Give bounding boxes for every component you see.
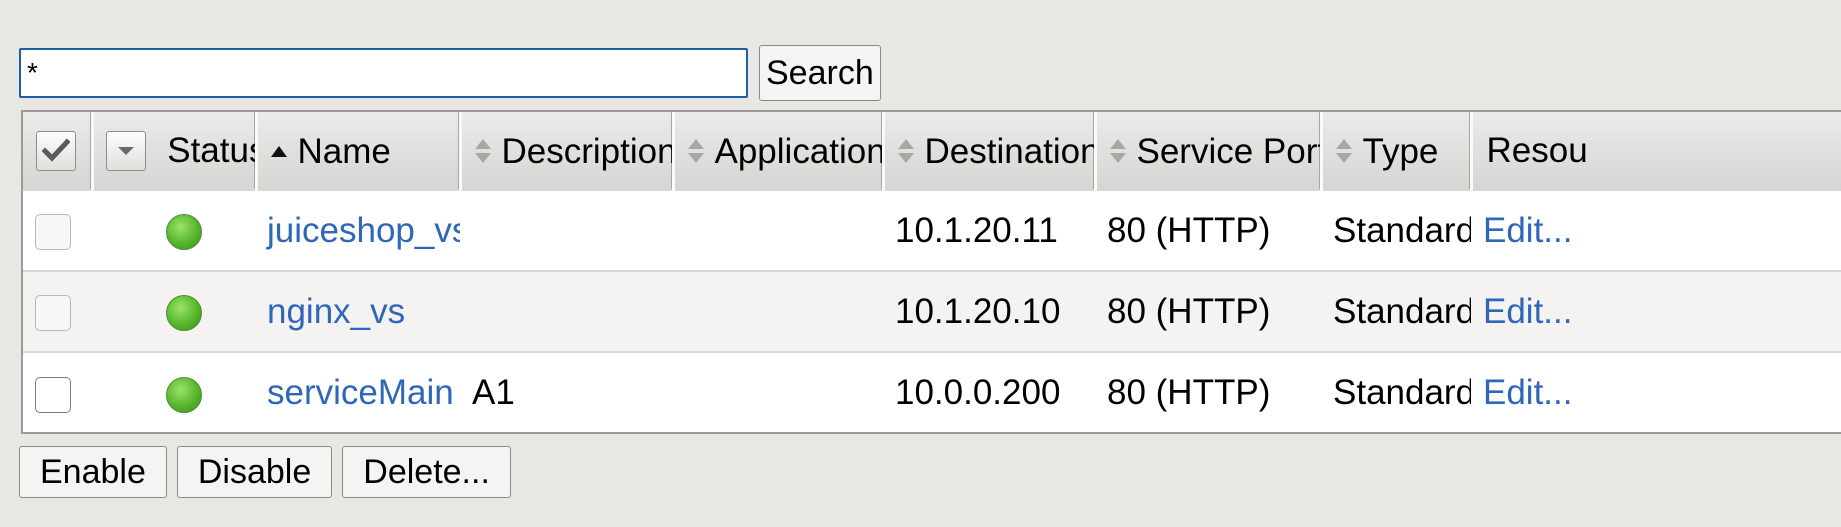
resources-column-label: Resou	[1486, 130, 1588, 170]
select-all-checkbox[interactable]	[36, 131, 76, 172]
table-row: nginx_vs 10.1.20.10 80 (HTTP) Standard E…	[23, 271, 1841, 352]
disable-button[interactable]: Disable	[176, 446, 333, 498]
name-cell: serviceMain	[256, 352, 460, 432]
service-port-cell: 80 (HTTP)	[1107, 373, 1271, 412]
table-row: juiceshop_vs 10.1.20.11 80 (HTTP) Standa…	[23, 190, 1841, 271]
application-cell	[673, 352, 883, 432]
row-checkbox	[35, 214, 71, 251]
search-button[interactable]: Search	[759, 45, 881, 101]
type-column-label: Type	[1362, 131, 1439, 171]
chevron-down-icon	[117, 147, 134, 156]
table-header-row: Status Name Description Application Dest…	[23, 112, 1841, 190]
virtual-server-table: Status Name Description Application Dest…	[21, 110, 1841, 434]
enable-button[interactable]: Enable	[19, 446, 167, 498]
name-column-label: Name	[297, 131, 391, 171]
sort-both-icon	[687, 139, 704, 164]
sort-both-icon	[1109, 139, 1126, 164]
application-column-header[interactable]: Application	[673, 112, 885, 190]
search-input[interactable]	[19, 48, 748, 98]
sort-both-icon	[474, 139, 491, 164]
description-cell	[460, 190, 673, 271]
row-select-cell	[23, 190, 92, 271]
application-column-label: Application	[714, 131, 883, 171]
row-select-cell	[23, 352, 92, 432]
resources-edit-link[interactable]: Edit...	[1483, 211, 1572, 250]
service-port-column-label: Service Port	[1136, 131, 1321, 171]
resources-edit-link[interactable]: Edit...	[1483, 373, 1572, 412]
description-column-label: Description	[501, 131, 673, 171]
service-port-column-header[interactable]: Service Port	[1095, 112, 1323, 190]
service-port-cell: 80 (HTTP)	[1107, 291, 1271, 331]
status-available-icon	[166, 376, 202, 413]
status-menu-button[interactable]	[105, 131, 146, 172]
name-cell: juiceshop_vs	[256, 190, 460, 271]
row-checkbox	[35, 295, 71, 332]
row-checkbox[interactable]	[35, 376, 71, 413]
status-available-icon	[166, 214, 202, 251]
resources-column-header: Resou	[1471, 112, 1841, 190]
destination-column-header[interactable]: Destination	[883, 112, 1097, 190]
description-cell	[460, 271, 673, 352]
resources-cell: Edit...	[1471, 190, 1841, 271]
description-cell: A1	[472, 373, 515, 412]
type-cell: Standard	[1333, 291, 1471, 331]
status-cell	[92, 352, 256, 432]
sort-ascending-icon	[270, 146, 287, 158]
resources-edit-link[interactable]: Edit...	[1483, 292, 1572, 331]
destination-column-label: Destination	[924, 131, 1095, 171]
status-column-header[interactable]: Status	[92, 112, 258, 190]
application-cell	[673, 190, 883, 271]
table-row: serviceMain A1 10.0.0.200 80 (HTTP) Stan…	[23, 352, 1841, 432]
virtual-server-link[interactable]: nginx_vs	[267, 292, 405, 331]
status-column-label: Status	[167, 131, 253, 171]
description-column-header[interactable]: Description	[460, 112, 675, 190]
search-bar: Search	[19, 45, 881, 101]
resources-cell: Edit...	[1471, 271, 1841, 352]
virtual-server-link[interactable]: serviceMain	[267, 373, 454, 412]
service-port-cell: 80 (HTTP)	[1107, 210, 1271, 250]
destination-cell: 10.1.20.11	[895, 210, 1058, 250]
status-available-icon	[166, 295, 202, 332]
destination-cell: 10.1.20.10	[895, 291, 1061, 331]
row-select-cell	[23, 271, 92, 352]
name-cell: nginx_vs	[256, 271, 460, 352]
select-all-header	[23, 112, 94, 190]
sort-both-icon	[1335, 139, 1352, 164]
type-column-header[interactable]: Type	[1321, 112, 1473, 190]
resources-cell: Edit...	[1471, 352, 1841, 432]
application-cell	[673, 271, 883, 352]
table-actions: Enable Disable Delete...	[19, 446, 511, 498]
type-cell: Standard	[1333, 210, 1471, 250]
name-column-header[interactable]: Name	[256, 112, 462, 190]
status-cell	[92, 271, 256, 352]
checkmark-icon	[42, 138, 70, 162]
virtual-server-link[interactable]: juiceshop_vs	[267, 211, 460, 250]
sort-both-icon	[897, 139, 914, 164]
destination-cell: 10.0.0.200	[895, 373, 1061, 412]
type-cell: Standard	[1333, 373, 1471, 412]
status-cell	[92, 190, 256, 271]
delete-button[interactable]: Delete...	[342, 446, 511, 498]
